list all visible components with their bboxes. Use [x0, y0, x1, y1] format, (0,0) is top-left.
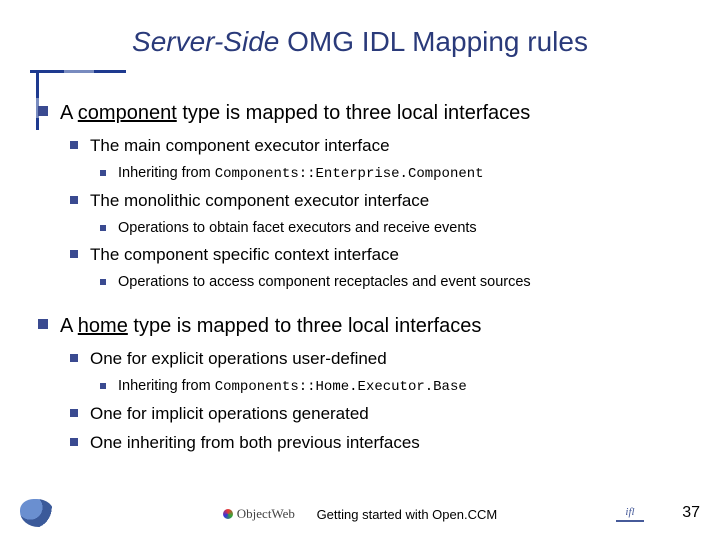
objectweb-logo: ObjectWeb: [223, 506, 295, 522]
bullet-l2: One for implicit operations generated: [70, 403, 690, 426]
bullet-l2: The component specific context interface: [70, 244, 690, 267]
slide-body: A component type is mapped to three loca…: [38, 100, 690, 461]
objectweb-text: ObjectWeb: [237, 506, 295, 522]
footer-ifl-logo: ifl: [616, 506, 644, 522]
bullet-l3: Operations to obtain facet executors and…: [100, 219, 690, 239]
bullet-text: One inheriting from both previous interf…: [90, 432, 420, 455]
bullet-text: Inheriting from Components::Enterprise.C…: [118, 164, 484, 184]
bullet-icon: [70, 354, 78, 362]
bullet-text: The monolithic component executor interf…: [90, 190, 429, 213]
bullet-l2: One for explicit operations user-defined: [70, 348, 690, 371]
bullet-text: One for implicit operations generated: [90, 403, 369, 426]
bullet-text: Operations to obtain facet executors and…: [118, 219, 477, 239]
page-number: 37: [682, 504, 700, 522]
bullet-icon: [70, 141, 78, 149]
bullet-icon: [38, 106, 48, 116]
bullet-l2: The main component executor interface: [70, 135, 690, 158]
bullet-l3: Operations to access component receptacl…: [100, 273, 690, 293]
bullet-text: One for explicit operations user-defined: [90, 348, 387, 371]
bullet-text: A home type is mapped to three local int…: [60, 313, 481, 340]
bullet-l1: A home type is mapped to three local int…: [38, 313, 690, 340]
footer-caption: Getting started with Open.CCM: [317, 507, 498, 522]
objectweb-icon: [223, 509, 233, 519]
bullet-icon: [100, 279, 106, 285]
bullet-icon: [100, 225, 106, 231]
bullet-icon: [38, 319, 48, 329]
bullet-l1: A component type is mapped to three loca…: [38, 100, 690, 127]
bullet-text: The main component executor interface: [90, 135, 390, 158]
slide: Server-Side OMG IDL Mapping rules A comp…: [0, 0, 720, 540]
bullet-icon: [100, 170, 106, 176]
bullet-text: Inheriting from Components::Home.Executo…: [118, 377, 467, 397]
title-area: Server-Side OMG IDL Mapping rules: [0, 26, 720, 58]
bullet-l2: The monolithic component executor interf…: [70, 190, 690, 213]
footer-center: ObjectWeb Getting started with Open.CCM: [0, 506, 720, 522]
slide-title: Server-Side OMG IDL Mapping rules: [0, 26, 720, 58]
bullet-l2: One inheriting from both previous interf…: [70, 432, 690, 455]
bullet-icon: [70, 196, 78, 204]
bullet-l3: Inheriting from Components::Home.Executo…: [100, 377, 690, 397]
bullet-text: The component specific context interface: [90, 244, 399, 267]
bullet-text: Operations to access component receptacl…: [118, 273, 531, 293]
bullet-text: A component type is mapped to three loca…: [60, 100, 530, 127]
title-rest: OMG IDL Mapping rules: [279, 26, 588, 57]
bullet-l3: Inheriting from Components::Enterprise.C…: [100, 164, 690, 184]
decor-horizontal-bar: [30, 70, 126, 73]
bullet-icon: [70, 250, 78, 258]
bullet-icon: [70, 409, 78, 417]
title-italic: Server-Side: [132, 26, 279, 57]
bullet-icon: [70, 438, 78, 446]
bullet-icon: [100, 383, 106, 389]
